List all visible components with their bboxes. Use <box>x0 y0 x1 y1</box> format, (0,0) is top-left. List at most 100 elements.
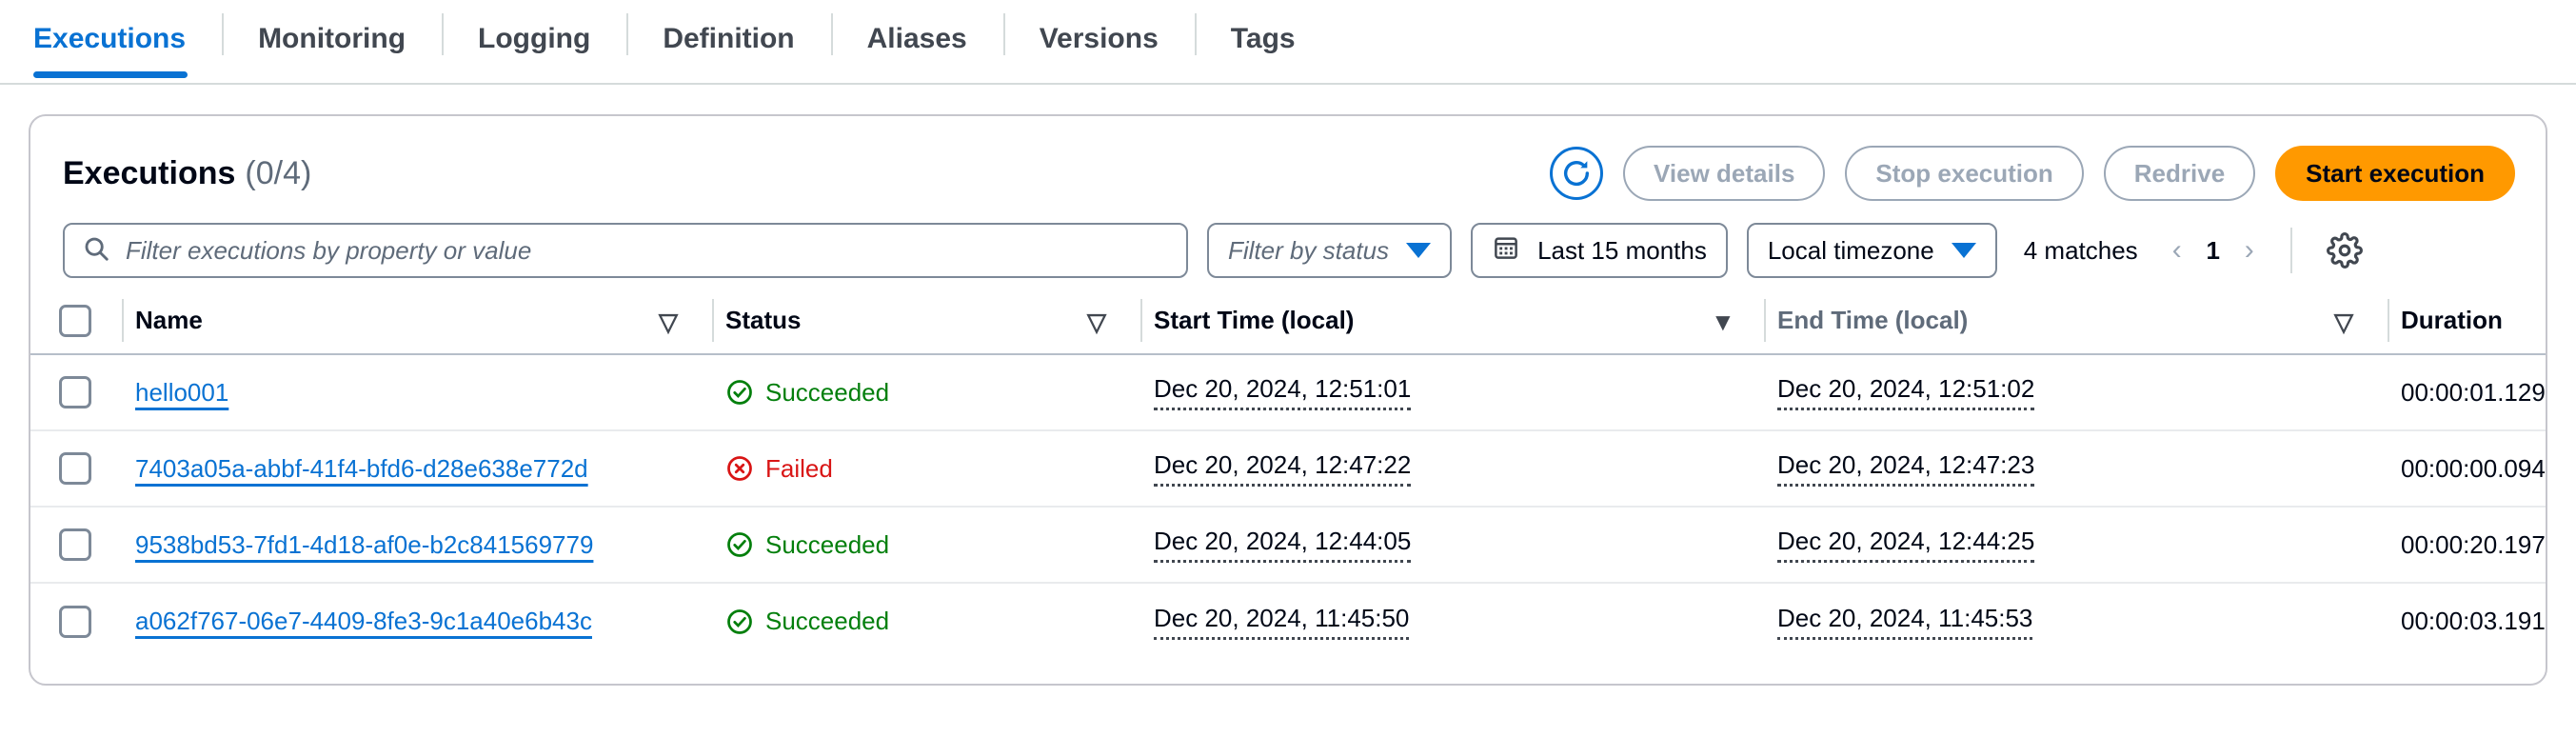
timezone-select[interactable]: Local timezone <box>1747 223 1997 278</box>
chevron-left-icon[interactable]: ‹ <box>2167 234 2188 267</box>
column-header-label: Status <box>725 306 801 335</box>
start-execution-button[interactable]: Start execution <box>2275 146 2515 201</box>
status-label: Succeeded <box>765 378 889 408</box>
duration-cell: 00:00:00.094 <box>2388 430 2547 507</box>
page-number[interactable]: 1 <box>2201 236 2226 266</box>
row-checkbox[interactable] <box>59 452 91 485</box>
column-header-label: End Time (local) <box>1777 306 1968 335</box>
tab-label: Tags <box>1231 23 1296 55</box>
status-badge: Succeeded <box>725 378 889 408</box>
row-select-cell <box>30 583 122 659</box>
refresh-icon[interactable] <box>1550 147 1603 200</box>
table-row[interactable]: a062f767-06e7-4409-8fe3-9c1a40e6b43c Succ… <box>30 583 2547 659</box>
tab-logging[interactable]: Logging <box>442 0 626 78</box>
execution-name-link[interactable]: 7403a05a-abbf-41f4-bfd6-d28e638e772d <box>135 454 588 484</box>
end-time-cell: Dec 20, 2024, 12:51:02 <box>1764 354 2388 430</box>
execution-status-cell: Succeeded <box>712 507 1140 583</box>
end-time-value: Dec 20, 2024, 12:51:02 <box>1777 374 2034 410</box>
chevron-down-icon <box>1952 243 1976 258</box>
start-time-value: Dec 20, 2024, 12:44:05 <box>1154 527 1411 563</box>
check-circle-icon <box>725 378 754 407</box>
column-header-end-time[interactable]: End Time (local) <box>1764 288 2388 354</box>
status-label: Succeeded <box>765 530 889 560</box>
duration-value: 00:00:00.094 <box>2401 454 2546 484</box>
start-time-value: Dec 20, 2024, 11:45:50 <box>1154 604 1409 640</box>
search-input[interactable]: Filter executions by property or value <box>63 223 1188 278</box>
execution-name-cell: hello001 <box>122 354 712 430</box>
end-time-cell: Dec 20, 2024, 12:47:23 <box>1764 430 2388 507</box>
sort-icon[interactable] <box>659 312 684 329</box>
page-title: Executions(0/4) <box>63 155 311 192</box>
column-header-start-time[interactable]: Start Time (local) <box>1140 288 1764 354</box>
table-header-row: Name Status Start Time (local) End Time … <box>30 288 2547 354</box>
end-time-value: Dec 20, 2024, 11:45:53 <box>1777 604 2032 640</box>
end-time-cell: Dec 20, 2024, 11:45:53 <box>1764 583 2388 659</box>
tab-label: Monitoring <box>258 23 406 55</box>
row-checkbox[interactable] <box>59 606 91 638</box>
chevron-right-icon[interactable]: › <box>2239 234 2260 267</box>
search-placeholder: Filter executions by property or value <box>126 236 531 266</box>
table-body: hello001 Succeeded Dec 20, 2024, 12:51:01 D… <box>30 354 2547 659</box>
select-all-checkbox[interactable] <box>59 305 91 337</box>
tab-definition[interactable]: Definition <box>626 0 830 78</box>
stop-execution-button: Stop execution <box>1845 146 2083 201</box>
execution-name-link[interactable]: a062f767-06e7-4409-8fe3-9c1a40e6b43c <box>135 607 592 636</box>
card-header: Executions(0/4) View detailsStop executi… <box>30 116 2546 204</box>
filter-bar: Filter executions by property or value F… <box>30 213 2546 288</box>
execution-status-cell: Succeeded <box>712 583 1140 659</box>
date-range-select[interactable]: Last 15 months <box>1471 223 1728 278</box>
start-time-cell: Dec 20, 2024, 11:45:50 <box>1140 583 1764 659</box>
column-header-name[interactable]: Name <box>122 288 712 354</box>
start-time-cell: Dec 20, 2024, 12:51:01 <box>1140 354 1764 430</box>
row-checkbox[interactable] <box>59 528 91 561</box>
tab-tags[interactable]: Tags <box>1195 0 1332 78</box>
execution-name-cell: 9538bd53-7fd1-4d18-af0e-b2c841569779 <box>122 507 712 583</box>
status-filter-select[interactable]: Filter by status <box>1207 223 1452 278</box>
match-count: 4 matches <box>2024 236 2138 266</box>
tab-versions[interactable]: Versions <box>1003 0 1195 78</box>
execution-name-cell: a062f767-06e7-4409-8fe3-9c1a40e6b43c <box>122 583 712 659</box>
check-circle-icon <box>725 530 754 559</box>
sort-active-icon[interactable] <box>1711 312 1735 329</box>
tab-monitoring[interactable]: Monitoring <box>222 0 442 78</box>
redrive-button: Redrive <box>2104 146 2255 201</box>
start-time-cell: Dec 20, 2024, 12:47:22 <box>1140 430 1764 507</box>
divider <box>2290 228 2292 273</box>
duration-value: 00:00:20.197 <box>2401 530 2546 560</box>
tab-label: Executions <box>33 23 186 55</box>
execution-name-link[interactable]: 9538bd53-7fd1-4d18-af0e-b2c841569779 <box>135 530 593 560</box>
tab-label: Definition <box>663 23 794 55</box>
execution-name-link[interactable]: hello001 <box>135 378 228 408</box>
tab-aliases[interactable]: Aliases <box>831 0 1003 78</box>
table-row[interactable]: 7403a05a-abbf-41f4-bfd6-d28e638e772d Fail… <box>30 430 2547 507</box>
tab-executions[interactable]: Executions <box>33 0 222 78</box>
execution-count: (0/4) <box>245 155 311 191</box>
gear-icon[interactable] <box>2323 229 2367 272</box>
duration-cell: 00:00:20.197 <box>2388 507 2547 583</box>
table-head: Name Status Start Time (local) End Time … <box>30 288 2547 354</box>
tab-label: Aliases <box>867 23 967 55</box>
status-badge: Succeeded <box>725 530 889 560</box>
status-label: Failed <box>765 454 833 484</box>
sort-icon[interactable] <box>1087 312 1112 329</box>
status-label: Succeeded <box>765 607 889 636</box>
duration-value: 00:00:01.129 <box>2401 378 2546 408</box>
start-time-value: Dec 20, 2024, 12:51:01 <box>1154 374 1411 410</box>
tab-bar: Executions Monitoring Logging Definition Ali… <box>0 0 2576 85</box>
row-select-cell <box>30 507 122 583</box>
search-icon <box>82 234 110 268</box>
column-header-label: Start Time (local) <box>1154 306 1354 335</box>
column-header-duration[interactable]: Duration <box>2388 288 2547 354</box>
table-row[interactable]: hello001 Succeeded Dec 20, 2024, 12:51:01 D… <box>30 354 2547 430</box>
date-range-label: Last 15 months <box>1537 236 1707 266</box>
timezone-label: Local timezone <box>1768 236 1934 266</box>
column-header-status[interactable]: Status <box>712 288 1140 354</box>
table-row[interactable]: 9538bd53-7fd1-4d18-af0e-b2c841569779 Succ… <box>30 507 2547 583</box>
sort-icon[interactable] <box>2334 312 2359 329</box>
status-badge: Failed <box>725 454 833 484</box>
column-header-label: Name <box>135 306 203 335</box>
error-circle-icon <box>725 454 754 483</box>
execution-status-cell: Succeeded <box>712 354 1140 430</box>
row-checkbox[interactable] <box>59 376 91 408</box>
status-filter-label: Filter by status <box>1228 236 1389 266</box>
